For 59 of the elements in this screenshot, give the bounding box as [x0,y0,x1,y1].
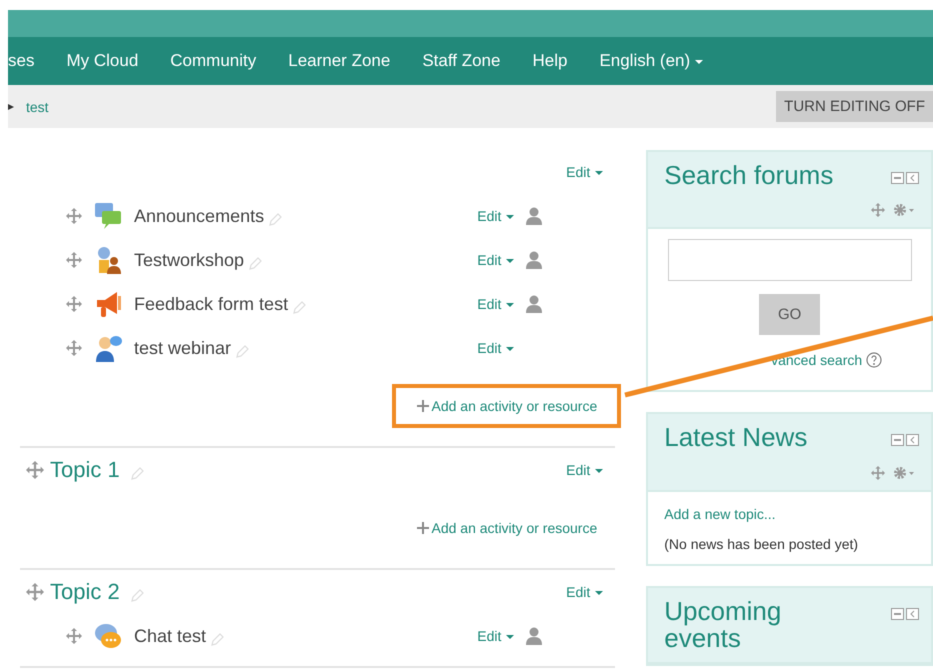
person-icon[interactable] [526,295,542,313]
nav-link[interactable]: ses [8,51,34,71]
person-icon[interactable] [526,207,542,225]
person-icon[interactable] [526,627,542,645]
go-button[interactable]: GO [759,294,820,336]
move-icon[interactable] [871,466,885,480]
nav-link[interactable]: Staff Zone [422,51,500,71]
move-icon[interactable] [66,252,82,268]
nav-link[interactable]: Learner Zone [288,51,390,71]
nav-link[interactable]: Community [170,51,256,71]
move-icon[interactable] [66,628,82,644]
edit-menu[interactable]: Edit [477,252,514,268]
add-topic-link[interactable]: Add a new topic... [664,506,915,522]
edit-menu[interactable]: Edit [566,164,604,180]
feedback-icon [94,290,122,318]
section-title: Topic 2 [50,579,120,605]
dock-icon[interactable] [891,608,919,620]
move-icon[interactable] [871,203,885,218]
highlighted-add-activity-link[interactable]: Add an activity or resource [392,384,622,428]
plus-icon [416,521,430,535]
nav-link[interactable]: Help [532,51,568,71]
dock-icon[interactable] [891,434,919,446]
block-title: Search forums [664,162,834,190]
breadcrumb-link[interactable]: test [26,98,49,114]
search-field[interactable] [668,239,912,282]
add-activity-link[interactable]: Add an activity or resource [392,506,622,550]
edit-menu[interactable]: Edit [477,208,514,224]
edit-menu[interactable]: Edit [477,340,514,356]
move-icon[interactable] [66,296,82,312]
move-icon[interactable] [66,340,82,356]
news-note: (No news has been posted yet) [664,536,860,552]
activity-link[interactable]: Feedback form test [134,294,288,314]
settings-icon[interactable] [893,203,915,218]
language-menu[interactable]: English (en) [599,51,704,71]
activity-link[interactable]: test webinar [134,338,232,358]
nav-link[interactable]: My Cloud [66,51,138,71]
edit-menu[interactable]: Edit [566,584,604,600]
activity-link[interactable]: Chat test [134,626,206,646]
breadcrumb-separator-icon [8,104,14,110]
activity-link[interactable]: Testworkshop [134,250,244,270]
plus-icon [416,399,430,413]
edit-menu[interactable]: Edit [477,296,514,312]
section-title: Topic 1 [50,457,120,483]
settings-icon[interactable] [893,466,915,480]
move-icon[interactable] [26,583,44,601]
person-icon[interactable] [526,251,542,269]
edit-menu[interactable]: Edit [477,628,514,644]
edit-menu[interactable]: Edit [566,462,604,478]
turn-editing-off-button[interactable]: TURN EDITING OFF [776,91,933,122]
move-icon[interactable] [66,208,82,224]
dock-icon[interactable] [891,172,919,184]
block-title: Upcoming events [664,598,782,652]
forum-icon [94,202,122,230]
activity-link[interactable]: Announcements [134,206,264,226]
webinar-icon [94,334,122,362]
move-icon[interactable] [26,461,44,479]
help-icon[interactable] [866,352,882,368]
block-title: Latest News [664,424,808,452]
chat-icon [94,622,122,650]
